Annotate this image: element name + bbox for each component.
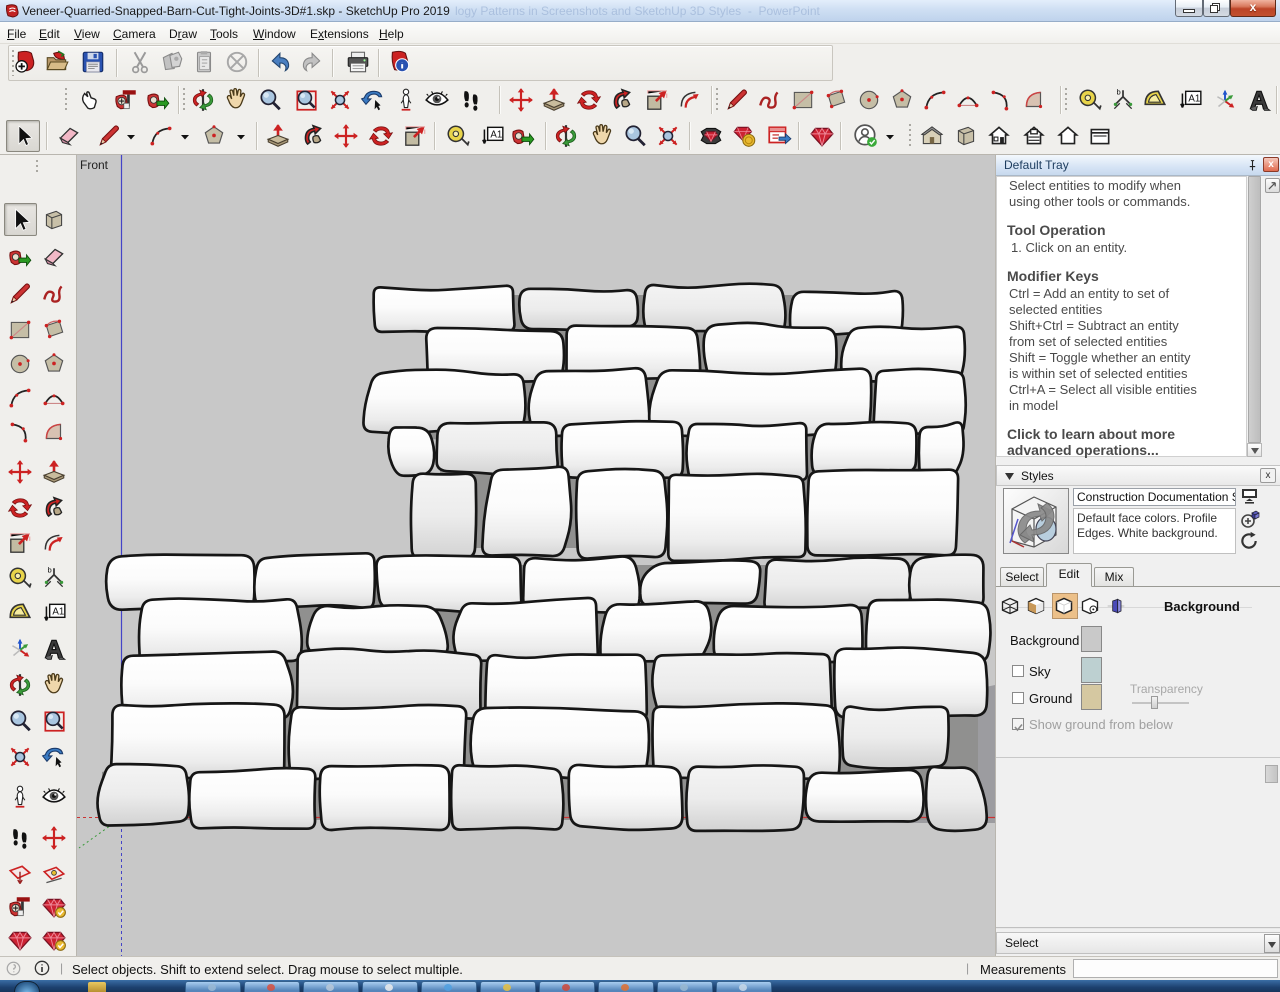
svg-text:b: b (1117, 88, 1121, 97)
svg-text:A1: A1 (490, 130, 502, 141)
svg-text:b: b (48, 566, 52, 575)
svg-text:A1: A1 (1188, 94, 1200, 105)
svg-text:A1: A1 (52, 607, 64, 618)
